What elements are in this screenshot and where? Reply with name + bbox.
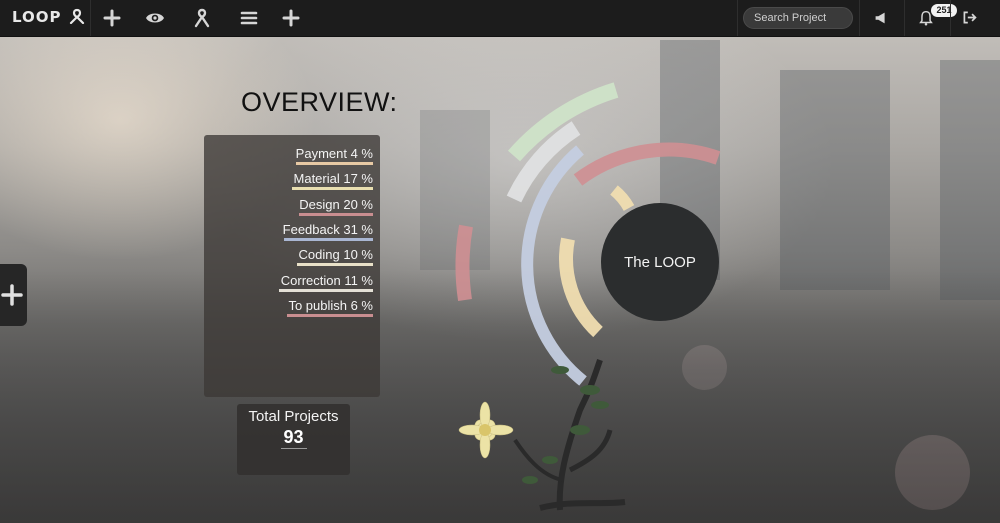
notification-badge: 251 [931, 4, 957, 17]
logo-text: LOOP [12, 8, 62, 26]
nav-divider [90, 0, 91, 36]
stat-underline [296, 162, 373, 165]
total-underline [280, 448, 307, 449]
stat-correction: Correction 11 % [279, 273, 373, 293]
stat-underline [297, 263, 373, 266]
nav-divider [904, 0, 905, 36]
add-icon[interactable] [281, 8, 301, 28]
search-input[interactable] [743, 7, 853, 29]
plant-illustration [458, 359, 626, 511]
stat-label: Coding 10 % [298, 247, 373, 262]
total-projects-label: Total Projects [248, 408, 339, 425]
nav-divider [950, 0, 951, 36]
stat-label: To publish 6 % [288, 298, 373, 313]
background-building [940, 60, 1000, 300]
stat-coding: Coding 10 % [297, 247, 373, 267]
overview-stats-panel: Payment 4 % Material 17 % Design 20 % Fe… [204, 135, 380, 397]
background-building [780, 70, 890, 290]
nav-divider [859, 0, 860, 36]
arc-yellow-small [610, 185, 635, 212]
logout-icon[interactable] [961, 9, 978, 26]
arc-yellow [559, 237, 603, 338]
ribbon-icon [69, 8, 84, 25]
stat-underline [279, 289, 373, 292]
stat-underline [299, 213, 373, 216]
arc-green [507, 82, 619, 162]
nav-divider [737, 0, 738, 36]
stat-underline [292, 187, 373, 190]
stat-label: Material 17 % [293, 171, 373, 186]
stat-label: Payment 4 % [295, 146, 373, 161]
megaphone-icon[interactable] [872, 9, 890, 27]
add-icon[interactable] [102, 8, 122, 28]
side-add-button[interactable] [0, 264, 27, 326]
app-logo[interactable]: LOOP [12, 8, 86, 26]
loop-center-label: The LOOP [624, 253, 696, 271]
total-projects-value: 93 [283, 427, 304, 447]
total-projects-card: Total Projects 93 [237, 404, 350, 475]
arc-pink-top [573, 142, 721, 186]
stat-design: Design 20 % [299, 197, 373, 217]
stat-label: Design 20 % [299, 197, 373, 212]
menu-icon[interactable] [239, 8, 259, 28]
loop-center-button[interactable]: The LOOP [601, 203, 719, 321]
stat-to-publish: To publish 6 % [287, 298, 373, 318]
top-navbar: LOOP 251 [0, 0, 1000, 37]
stat-material: Material 17 % [292, 171, 373, 191]
add-icon [1, 284, 23, 306]
overview-title: OVERVIEW: [241, 87, 398, 117]
stat-underline [287, 314, 373, 317]
stat-payment: Payment 4 % [296, 146, 373, 166]
ribbon-icon[interactable] [192, 8, 212, 28]
background-bokeh [895, 435, 970, 510]
eye-icon[interactable] [145, 8, 165, 28]
stat-label: Feedback 31 % [282, 222, 373, 237]
arc-pink-left [455, 224, 473, 302]
stat-underline [284, 238, 373, 241]
stat-label: Correction 11 % [280, 273, 373, 288]
stat-feedback: Feedback 31 % [283, 222, 373, 242]
